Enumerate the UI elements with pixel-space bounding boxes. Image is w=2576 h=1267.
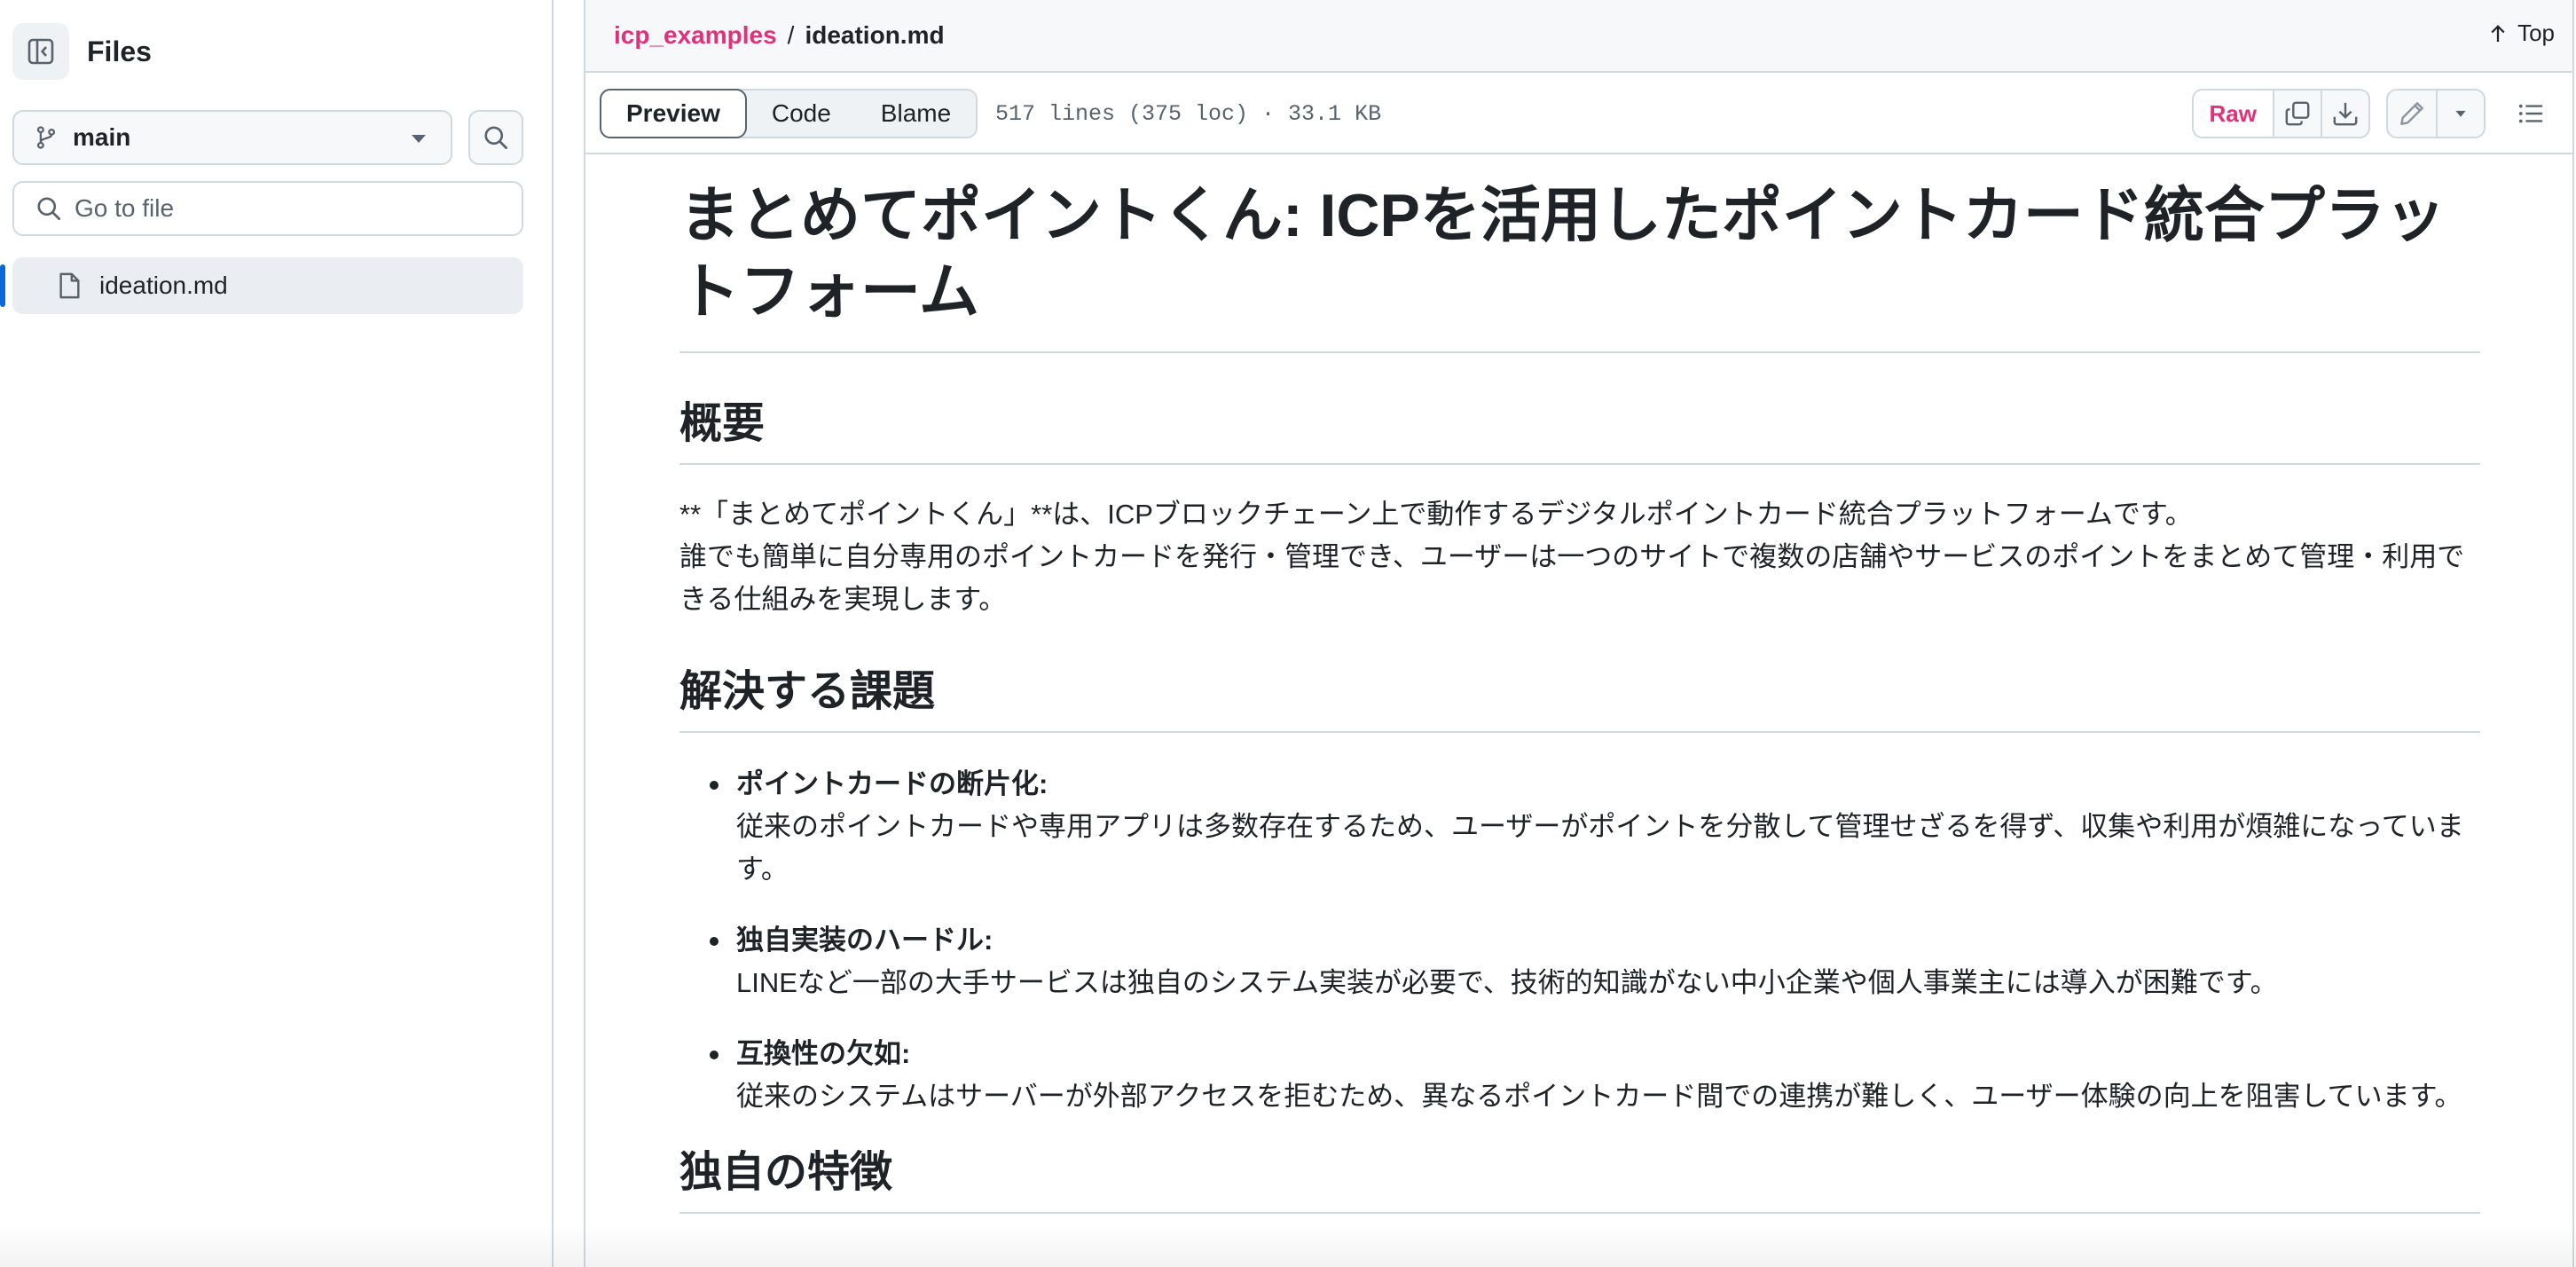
- breadcrumb-separator: /: [787, 21, 795, 49]
- heading-overview: 概要: [679, 397, 2480, 465]
- back-to-top-label: Top: [2517, 20, 2555, 46]
- edit-file-button[interactable]: [2388, 90, 2436, 137]
- triangle-down-icon: [2455, 110, 2466, 117]
- edit-more-options-button[interactable]: [2436, 90, 2484, 137]
- problem-text: 従来のポイントカードや専用アプリは多数存在するため、ユーザーがポイントを分散して…: [736, 811, 2464, 885]
- markdown-body: まとめてポイントくん: ICPを活用したポイントカード統合プラットフォーム 概要…: [679, 177, 2480, 1214]
- overview-paragraph: **「まとめてポイントくん」**は、ICPブロックチェーン上で動作するデジタルポ…: [679, 493, 2480, 621]
- problems-list: ポイントカードの断片化: 従来のポイントカードや専用アプリは多数存在するため、ユ…: [679, 763, 2480, 1118]
- pencil-icon: [2400, 102, 2423, 125]
- tab-preview[interactable]: Preview: [600, 89, 747, 138]
- raw-copy-download-group: Raw: [2191, 89, 2370, 138]
- download-icon: [2333, 102, 2358, 126]
- raw-button[interactable]: Raw: [2193, 90, 2273, 137]
- heading-features: 独自の特徴: [679, 1146, 2480, 1214]
- breadcrumb-file: ideation.md: [805, 21, 945, 49]
- file-stats: 517 lines (375 loc) · 33.1 KB: [995, 101, 1382, 127]
- file-toolbar: Preview Code Blame 517 lines (375 loc) ·…: [585, 75, 2572, 154]
- file-header: icp_examples / ideation.md Top: [585, 0, 2572, 73]
- list-item: 互換性の欠如: 従来のシステムはサーバーが外部アクセスを拒むため、異なるポイント…: [710, 1033, 2480, 1118]
- file-tree-item[interactable]: ideation.md: [12, 257, 523, 314]
- problem-text: LINEなど一部の大手サービスは独自のシステム実装が必要で、技術的知識がない中小…: [736, 967, 2278, 998]
- file-tree-item-label: ideation.md: [99, 272, 228, 299]
- download-button[interactable]: [2321, 90, 2368, 137]
- search-icon: [484, 126, 508, 150]
- chevron-down-icon: [412, 135, 426, 143]
- search-files-button[interactable]: [468, 110, 523, 165]
- problem-title: 互換性の欠如:: [736, 1038, 911, 1069]
- file-view: icp_examples / ideation.md Top Preview Cod…: [584, 0, 2574, 1267]
- list-item: ポイントカードの断片化: 従来のポイントカードや専用アプリは多数存在するため、ユ…: [710, 763, 2480, 891]
- active-file-indicator: [0, 264, 5, 307]
- overview-line-1: **「まとめてポイントくん」**は、ICPブロックチェーン上で動作するデジタルポ…: [679, 499, 2193, 530]
- collapse-sidebar-button[interactable]: [12, 23, 69, 80]
- go-to-file-input[interactable]: [75, 194, 500, 223]
- list-unordered-icon: [2518, 104, 2543, 123]
- sidebar-collapse-icon: [27, 38, 54, 65]
- sidebar-header: Files: [12, 23, 152, 80]
- git-branch-icon: [36, 126, 56, 149]
- branch-name: main: [73, 123, 131, 151]
- list-item: 独自実装のハードル: LINEなど一部の大手サービスは独自のシステム実装が必要で…: [710, 919, 2480, 1004]
- file-tree-sidebar: Files main ideation.md: [0, 0, 554, 1267]
- breadcrumb: icp_examples / ideation.md: [614, 21, 945, 50]
- overview-line-2: 誰でも簡単に自分専用のポイントカードを発行・管理でき、ユーザーは一つのサイトで複…: [679, 541, 2465, 615]
- tab-code[interactable]: Code: [747, 90, 856, 137]
- document-title: まとめてポイントくん: ICPを活用したポイントカード統合プラットフォーム: [679, 177, 2480, 353]
- outline-button[interactable]: [2507, 90, 2555, 138]
- go-to-file-field[interactable]: [12, 181, 523, 236]
- problem-title: 独自実装のハードル:: [736, 925, 993, 956]
- view-mode-segmented-control: Preview Code Blame: [600, 89, 978, 138]
- copy-raw-button[interactable]: [2273, 90, 2321, 137]
- edit-group: [2386, 89, 2486, 138]
- search-icon: [37, 197, 61, 221]
- back-to-top-link[interactable]: Top: [2487, 20, 2555, 47]
- arrow-up-icon: [2491, 24, 2505, 42]
- file-icon: [59, 272, 80, 299]
- sidebar-title: Files: [87, 35, 152, 67]
- problem-text: 従来のシステムはサーバーが外部アクセスを拒むため、異なるポイントカード間での連携…: [736, 1081, 2462, 1112]
- problem-title: ポイントカードの断片化:: [736, 768, 1048, 799]
- heading-problems: 解決する課題: [679, 665, 2480, 733]
- branch-selector[interactable]: main: [12, 110, 452, 165]
- copy-icon: [2285, 101, 2310, 126]
- tab-blame[interactable]: Blame: [856, 90, 976, 137]
- breadcrumb-repo-link[interactable]: icp_examples: [614, 21, 777, 49]
- file-actions: Raw: [2191, 89, 2555, 138]
